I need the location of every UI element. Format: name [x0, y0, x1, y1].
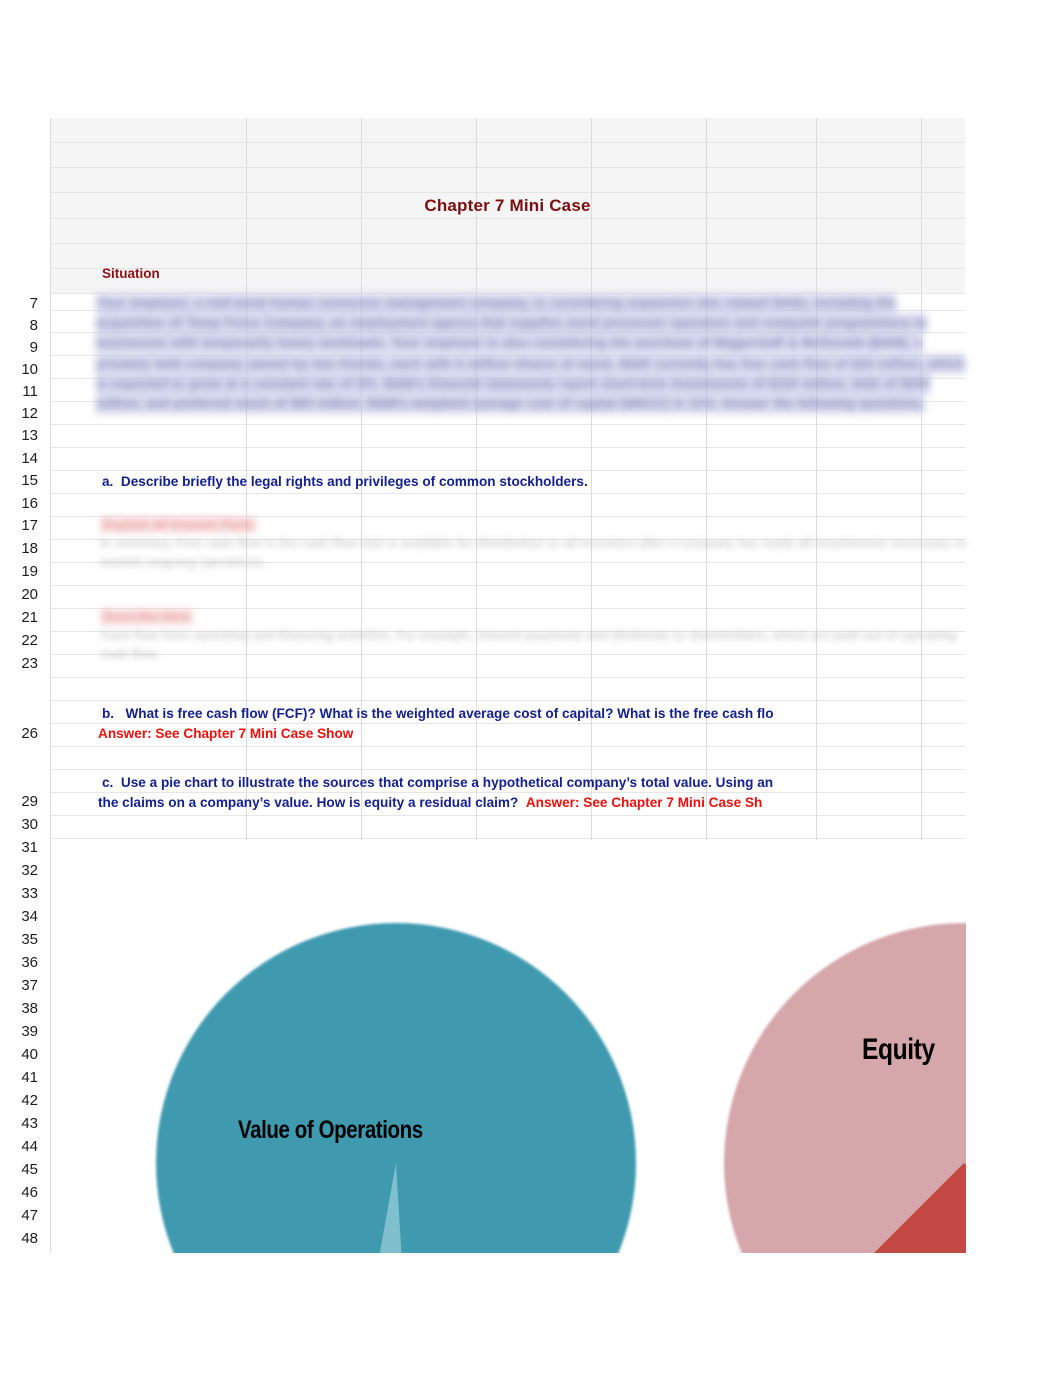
row-number: 19	[21, 563, 38, 580]
row-number: 37	[21, 977, 38, 994]
row-number: 46	[21, 1184, 38, 1201]
spreadsheet-sheet: Chapter 7 Mini Case Situation Your emplo…	[50, 118, 967, 1253]
row-number: 48	[21, 1230, 38, 1247]
redacted-block-2-heading: Describe Here	[100, 608, 194, 625]
row-number: 31	[21, 839, 38, 856]
question-a-marker: a.	[102, 474, 114, 489]
row-number: 12	[21, 405, 38, 422]
row-number: 10	[21, 361, 38, 378]
row-number: 47	[21, 1207, 38, 1224]
row-number: 11	[22, 383, 38, 400]
row-number: 39	[21, 1023, 38, 1040]
row-number: 16	[21, 495, 38, 512]
row-number: 41	[21, 1069, 38, 1086]
row-number: 35	[21, 931, 38, 948]
question-c-answer: Answer: See Chapter 7 Mini Case Sh	[525, 795, 763, 810]
question-a: a. Describe briefly the legal rights and…	[102, 474, 588, 489]
redacted-block-1-heading: Explain all Answer Parts	[100, 516, 257, 533]
row-number: 30	[21, 816, 38, 833]
situation-paragraph-redacted: Your employer, a mid-sized human resourc…	[96, 293, 966, 415]
row-number: 33	[21, 885, 38, 902]
question-a-text: Describe briefly the legal rights and pr…	[120, 474, 588, 489]
row-number: 36	[21, 954, 38, 971]
row-number: 21	[21, 609, 38, 626]
redacted-block-2: Describe Here Cash flow from operating a…	[100, 608, 980, 664]
row-number: 43	[21, 1115, 38, 1132]
row-number: 7	[29, 295, 38, 312]
question-b-marker: b.	[102, 706, 115, 721]
redacted-block-1: Explain all Answer Parts In summary, Fre…	[100, 516, 980, 572]
row-number: 20	[21, 586, 38, 603]
row-number: 23	[21, 655, 38, 672]
row-number: 29	[21, 793, 38, 810]
row-number: 14	[21, 450, 38, 467]
question-c-text-line2: the claims on a company’s value. How is …	[98, 795, 519, 810]
redacted-block-1-body: In summary, Free cash flow is the cash f…	[100, 536, 967, 569]
question-c-marker: c.	[102, 775, 114, 790]
question-c-line2: the claims on a company’s value. How is …	[98, 795, 762, 810]
row-number: 45	[21, 1161, 38, 1178]
pie-chart-sources-of-value: Value of Operations Mkt. Sec.	[156, 923, 636, 1253]
question-b-answer: Answer: See Chapter 7 Mini Case Show	[98, 726, 354, 741]
row-number: 42	[21, 1092, 38, 1109]
question-b-text: What is free cash flow (FCF)? What is th…	[125, 706, 774, 721]
pie-label-value-of-operations: Value of Operations	[238, 1116, 423, 1144]
pie-chart-illustration: Value of Operations Mkt. Sec. Equity Pre	[96, 840, 966, 1253]
page-title: Chapter 7 Mini Case	[424, 196, 591, 215]
row-number: 8	[29, 317, 38, 334]
row-number: 40	[21, 1046, 38, 1063]
row-number: 13	[21, 427, 38, 444]
question-c-line1: c. Use a pie chart to illustrate the sou…	[102, 775, 773, 790]
row-number: 22	[21, 632, 38, 649]
row-number: 18	[21, 540, 38, 557]
row-number: 32	[21, 862, 38, 879]
redacted-block-2-body: Cash flow from operating and financing a…	[100, 628, 957, 661]
pie-chart-claims-on-value: Equity Pre	[724, 923, 966, 1253]
section-label-situation: Situation	[102, 266, 160, 281]
row-number: 44	[21, 1138, 38, 1155]
row-number: 15	[21, 472, 38, 489]
row-number: 26	[21, 725, 38, 742]
situation-paragraph-text: Your employer, a mid-sized human resourc…	[96, 293, 965, 415]
row-number: 38	[21, 1000, 38, 1017]
question-c-text-line1: Use a pie chart to illustrate the source…	[120, 775, 774, 790]
row-number: 9	[29, 339, 38, 356]
question-b: b. What is free cash flow (FCF)? What is…	[102, 706, 774, 721]
row-number: 34	[21, 908, 38, 925]
pie-label-equity: Equity	[862, 1033, 935, 1066]
row-number: 17	[21, 517, 38, 534]
row-number-gutter: 7 8 9 10 11 12 13 14 15 16 17 18 19 20 21 22 23 26 29 30 31 3…	[0, 118, 44, 1258]
